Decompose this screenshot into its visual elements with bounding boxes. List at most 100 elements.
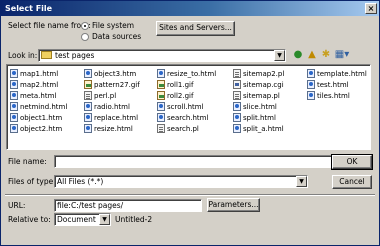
- file-item-name: sitemap.cgi: [243, 81, 284, 89]
- file-item-name: perl.pl: [94, 92, 117, 100]
- pl-file-icon: [233, 69, 241, 78]
- parameters-button[interactable]: Parameters...: [207, 198, 260, 212]
- file-item-name: test.html: [317, 81, 349, 89]
- chevron-down-icon[interactable]: ▼: [274, 50, 285, 61]
- title-bar[interactable]: Select File ×: [1, 1, 379, 16]
- file-item-name: slice.html: [243, 103, 277, 111]
- html-file-icon: [84, 69, 92, 78]
- look-in-label: Look in:: [8, 51, 38, 60]
- file-item[interactable]: roll1.gif: [157, 80, 216, 91]
- file-item[interactable]: pattern27.gif: [84, 80, 140, 91]
- file-item[interactable]: object3.htm: [84, 69, 140, 80]
- file-item[interactable]: radio.html: [84, 102, 140, 113]
- file-name-input[interactable]: [54, 155, 332, 168]
- file-item[interactable]: scroll.html: [157, 102, 216, 113]
- html-file-icon: [233, 102, 241, 111]
- files-of-type-value: All Files (*.*): [57, 177, 104, 186]
- relative-to-dropdown[interactable]: Document ▼: [54, 213, 111, 226]
- html-file-icon: [84, 113, 92, 122]
- look-in-dropdown[interactable]: test pages ▼: [38, 49, 286, 62]
- file-item[interactable]: search.html: [157, 113, 216, 124]
- html-file-icon: [307, 91, 315, 100]
- file-item[interactable]: map1.html: [10, 69, 67, 80]
- file-column-2: object3.htm pattern27.gif perl.pl radio.htm…: [84, 69, 140, 135]
- file-item[interactable]: split_a.html: [233, 124, 284, 135]
- file-item-name: roll1.gif: [167, 81, 194, 89]
- pl-file-icon: [84, 91, 92, 100]
- file-item[interactable]: netmind.html: [10, 102, 67, 113]
- file-item[interactable]: slice.html: [233, 102, 284, 113]
- html-file-icon: [157, 113, 165, 122]
- file-item-name: map1.html: [20, 70, 59, 78]
- file-item[interactable]: replace.html: [84, 113, 140, 124]
- cgi-file-icon: [233, 80, 241, 89]
- new-folder-icon[interactable]: ✱: [320, 49, 332, 61]
- radio-data-sources[interactable]: [81, 33, 89, 41]
- file-item-name: resize_to.html: [167, 70, 217, 78]
- chevron-down-icon[interactable]: ▼: [99, 214, 110, 225]
- file-item[interactable]: split.html: [233, 113, 284, 124]
- file-item-name: roll2.gif: [167, 92, 194, 100]
- cancel-button[interactable]: Cancel: [332, 175, 372, 189]
- files-of-type-label: Files of type:: [8, 177, 56, 186]
- file-item[interactable]: sitemap.pl: [233, 91, 284, 102]
- gif-file-icon: [157, 91, 165, 100]
- file-item-name: pattern27.gif: [94, 81, 140, 89]
- file-item-name: replace.html: [94, 114, 139, 122]
- file-item-name: resize.html: [94, 125, 133, 133]
- view-menu-icon[interactable]: ▦▾: [334, 49, 350, 61]
- html-file-icon: [10, 124, 18, 133]
- ok-button[interactable]: OK: [331, 154, 373, 170]
- html-file-icon: [10, 91, 18, 100]
- file-item-name: template.html: [317, 70, 367, 78]
- file-item-name: object2.htm: [20, 125, 63, 133]
- html-file-icon: [307, 80, 315, 89]
- up-folder-icon[interactable]: ▲: [306, 49, 318, 61]
- dialog-title: Select File: [5, 4, 53, 13]
- file-item-name: radio.html: [94, 103, 130, 111]
- look-in-value: test pages: [55, 51, 95, 60]
- file-item-name: search.html: [167, 114, 209, 122]
- file-column-4: sitemap2.pl sitemap.cgi sitemap.pl slice.ht…: [233, 69, 284, 135]
- file-item[interactable]: tiles.html: [307, 91, 367, 102]
- files-of-type-dropdown[interactable]: All Files (*.*) ▼: [54, 175, 308, 188]
- file-item[interactable]: sitemap2.pl: [233, 69, 284, 80]
- close-button[interactable]: ×: [365, 3, 377, 14]
- gif-file-icon: [84, 80, 92, 89]
- sites-and-servers-button[interactable]: Sites and Servers...: [156, 21, 235, 36]
- html-file-icon: [307, 69, 315, 78]
- file-item[interactable]: test.html: [307, 80, 367, 91]
- source-label: Select file name from:: [8, 21, 91, 30]
- file-item[interactable]: roll2.gif: [157, 91, 216, 102]
- pl-file-icon: [157, 124, 165, 133]
- file-item[interactable]: template.html: [307, 69, 367, 80]
- radio-data-sources-label[interactable]: Data sources: [92, 32, 141, 42]
- file-item[interactable]: meta.html: [10, 91, 67, 102]
- file-item-name: sitemap.pl: [243, 92, 280, 100]
- html-file-icon: [10, 69, 18, 78]
- file-item-name: netmind.html: [20, 103, 68, 111]
- html-file-icon: [84, 124, 92, 133]
- html-file-icon: [10, 113, 18, 122]
- file-item[interactable]: object2.htm: [10, 124, 67, 135]
- url-input[interactable]: file:C:/test pages/: [54, 199, 202, 212]
- file-item[interactable]: resize_to.html: [157, 69, 216, 80]
- relative-target: Untitled-2: [115, 215, 153, 224]
- file-item[interactable]: object1.htm: [10, 113, 67, 124]
- file-item-name: search.pl: [167, 125, 199, 133]
- radio-file-system-label[interactable]: File system: [92, 21, 134, 31]
- file-item-name: split.html: [243, 114, 276, 122]
- file-column-1: map1.html map2.html meta.html netmind.html o…: [10, 69, 67, 135]
- chevron-down-icon[interactable]: ▼: [296, 176, 307, 187]
- file-item[interactable]: search.pl: [157, 124, 216, 135]
- back-icon[interactable]: ●: [292, 49, 304, 61]
- file-column-3: resize_to.html roll1.gif roll2.gif scroll.h…: [157, 69, 216, 135]
- html-file-icon: [233, 124, 241, 133]
- file-item[interactable]: perl.pl: [84, 91, 140, 102]
- file-list[interactable]: map1.html map2.html meta.html netmind.html o…: [6, 64, 371, 150]
- file-item-name: meta.html: [20, 92, 57, 100]
- file-item[interactable]: map2.html: [10, 80, 67, 91]
- radio-file-system[interactable]: [81, 22, 89, 30]
- file-item[interactable]: sitemap.cgi: [233, 80, 284, 91]
- file-item[interactable]: resize.html: [84, 124, 140, 135]
